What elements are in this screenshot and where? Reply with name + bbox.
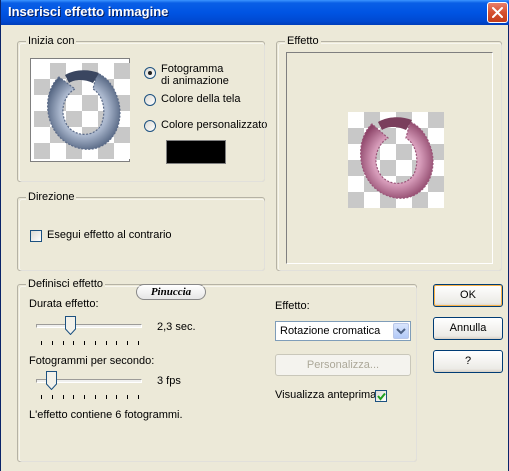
radio-canvas-color[interactable]	[144, 94, 156, 106]
slider-tick	[84, 341, 85, 345]
customize-button-label: Personalizza...	[306, 359, 380, 371]
slider-tick	[127, 341, 128, 345]
start-with-legend: Inizia con	[26, 34, 77, 48]
close-button[interactable]	[487, 2, 508, 23]
slider-tick	[41, 395, 42, 399]
radio-custom-color[interactable]	[144, 120, 156, 132]
slider-tick	[63, 395, 64, 399]
slider-tick	[52, 341, 53, 345]
slider-tick	[138, 341, 139, 345]
frames-info-text: L'effetto contiene 6 fotogrammi.	[29, 409, 183, 421]
slider-tick	[127, 395, 128, 399]
window-title: Inserisci effetto immagine	[8, 4, 169, 19]
fps-slider-ticks	[41, 395, 139, 399]
define-effect-group: Definisci effetto Pinuccia Durata effett…	[17, 277, 417, 462]
direction-legend: Direzione	[26, 190, 77, 204]
slider-tick	[52, 395, 53, 399]
pink-wreath-image	[360, 117, 434, 199]
duration-slider-ticks	[41, 341, 139, 345]
slider-tick	[63, 341, 64, 345]
effect-preview-legend: Effetto	[285, 34, 321, 48]
duration-label: Durata effetto:	[29, 298, 99, 310]
ok-button[interactable]: OK	[433, 284, 503, 307]
slider-tick	[106, 395, 107, 399]
pinuccia-watermark-text: Pinuccia	[150, 286, 192, 298]
chevron-down-icon[interactable]	[393, 323, 409, 339]
slider-tick	[41, 341, 42, 345]
pinuccia-watermark: Pinuccia	[136, 284, 206, 300]
reverse-effect-label: Esegui effetto al contrario	[47, 229, 172, 241]
help-button-label: ?	[464, 355, 472, 367]
define-effect-legend: Definisci effetto	[26, 277, 106, 291]
start-thumbnail	[30, 58, 130, 162]
slider-tick	[73, 395, 74, 399]
cancel-button-label: Annulla	[449, 322, 487, 334]
fps-slider-thumb[interactable]	[46, 371, 57, 390]
radio-custom-color-label: Colore personalizzato	[161, 119, 268, 131]
slider-tick	[95, 395, 96, 399]
title-bar[interactable]: Inserisci effetto immagine	[1, 0, 509, 25]
slider-tick	[106, 341, 107, 345]
fps-value: 3 fps	[157, 375, 181, 387]
duration-slider-thumb[interactable]	[65, 316, 76, 335]
checkmark-icon	[377, 392, 386, 401]
cancel-button[interactable]: Annulla	[433, 317, 503, 340]
slider-tick	[73, 341, 74, 345]
show-preview-label: Visualizza anteprima	[275, 389, 377, 401]
ok-button-label: OK	[460, 289, 476, 301]
direction-group: Direzione Esegui effetto al contrario	[17, 190, 265, 271]
effect-type-select[interactable]: Rotazione cromatica	[275, 321, 411, 341]
slider-tick	[116, 341, 117, 345]
slider-tick	[138, 395, 139, 399]
dialog-window: Inserisci effetto immagine Inizia con Fo…	[0, 0, 509, 471]
slider-tick	[84, 395, 85, 399]
slider-tick	[116, 395, 117, 399]
effect-preview-frame	[286, 52, 493, 264]
custom-color-swatch[interactable]	[166, 140, 226, 164]
duration-value: 2,3 sec.	[157, 321, 196, 333]
start-with-group: Inizia con Fotogramma di animazione Colo…	[17, 34, 268, 182]
radio-animation-frame-label-2: di animazione	[161, 75, 229, 87]
reverse-effect-checkbox[interactable]	[30, 230, 42, 242]
customize-button[interactable]: Personalizza...	[275, 354, 411, 376]
radio-animation-frame[interactable]	[144, 67, 156, 79]
effect-type-selected: Rotazione cromatica	[278, 324, 390, 338]
gray-wreath-image	[47, 70, 121, 150]
radio-animation-frame-label-1: Fotogramma	[161, 63, 224, 75]
show-preview-checkbox[interactable]	[375, 390, 387, 402]
close-icon	[492, 7, 503, 18]
slider-tick	[95, 341, 96, 345]
help-button[interactable]: ?	[433, 350, 503, 373]
fps-label: Fotogrammi per secondo:	[29, 355, 155, 367]
effect-preview-group: Effetto	[276, 34, 502, 271]
duration-slider-track[interactable]	[36, 324, 142, 328]
effect-type-label: Effetto:	[275, 300, 310, 312]
radio-canvas-color-label: Colore della tela	[161, 93, 241, 105]
